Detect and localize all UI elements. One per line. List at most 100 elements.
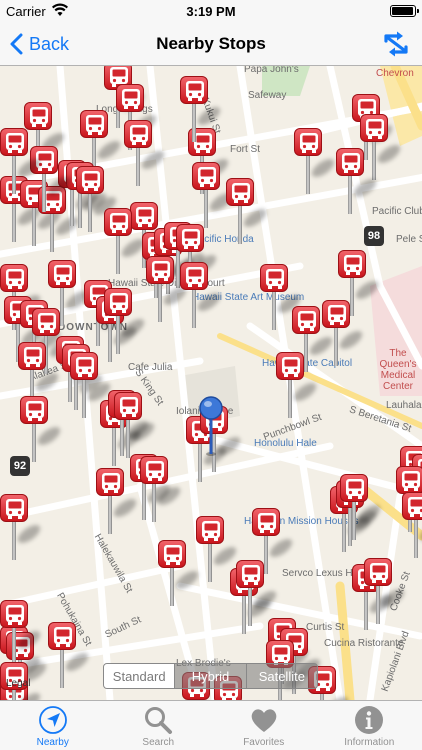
bus-stop-marker[interactable] <box>260 264 304 330</box>
tab-information[interactable]: Information <box>317 701 422 750</box>
bus-stop-marker[interactable] <box>48 622 92 688</box>
bus-icon <box>18 342 46 370</box>
route-98-shield: 98 <box>364 226 384 246</box>
bus-icon <box>340 474 368 502</box>
bus-icon <box>252 508 280 536</box>
bus-stop-marker[interactable] <box>276 352 320 418</box>
map-label: Honolulu Hale <box>254 438 317 449</box>
bus-icon <box>76 166 104 194</box>
bus-icon <box>0 128 28 156</box>
bus-icon <box>0 494 28 522</box>
bus-stop-marker[interactable] <box>0 128 44 194</box>
bus-icon <box>336 148 364 176</box>
bus-stop-marker[interactable] <box>0 494 44 560</box>
map-label: Curtis St <box>306 622 345 633</box>
bus-icon <box>180 76 208 104</box>
bus-stop-marker[interactable] <box>192 162 236 228</box>
bus-icon <box>70 352 98 380</box>
map-label: Cucina Ristorante <box>324 638 404 649</box>
status-time: 3:19 PM <box>186 4 236 19</box>
map-view[interactable]: Papa John's Chevron Safeway Longs Drugs … <box>0 66 422 700</box>
bus-icon <box>140 456 168 484</box>
map-label: Safeway <box>248 90 287 101</box>
bus-icon <box>130 202 158 230</box>
bus-icon <box>226 178 254 206</box>
bus-stop-marker[interactable] <box>364 558 408 624</box>
bus-stop-marker[interactable] <box>30 146 74 212</box>
magnifier-icon <box>145 707 173 734</box>
bus-stop-marker[interactable] <box>294 128 338 194</box>
bus-stop-marker[interactable] <box>70 352 114 418</box>
tab-search[interactable]: Search <box>106 701 212 750</box>
battery-icon <box>390 5 419 17</box>
tab-nearby[interactable]: Nearby <box>0 701 106 750</box>
bus-icon <box>338 250 366 278</box>
bus-icon <box>364 558 392 586</box>
bus-icon <box>20 396 48 424</box>
bus-icon <box>292 306 320 334</box>
bus-stop-marker[interactable] <box>236 560 280 626</box>
bus-icon <box>260 264 288 292</box>
bus-stop-marker[interactable] <box>402 492 422 558</box>
bus-icon <box>0 264 28 292</box>
tab-label: Information <box>344 737 395 748</box>
map-type-hybrid[interactable]: Hybrid <box>175 664 247 688</box>
bus-stop-marker[interactable] <box>180 76 224 142</box>
bus-stop-marker[interactable] <box>96 468 140 534</box>
tab-label: Search <box>142 737 175 748</box>
bus-icon <box>146 256 174 284</box>
bus-icon <box>192 162 220 190</box>
bus-icon <box>196 516 224 544</box>
user-location-pin-icon <box>199 396 223 456</box>
bus-icon <box>116 84 144 112</box>
map-label: Pele St <box>396 234 422 245</box>
bus-icon <box>0 600 28 628</box>
bus-icon <box>48 260 76 288</box>
bus-stop-marker[interactable] <box>322 300 366 366</box>
bus-icon <box>24 102 52 130</box>
tab-favorites[interactable]: Favorites <box>211 701 317 750</box>
map-label: Fort St <box>230 144 261 155</box>
bus-stop-marker[interactable] <box>76 166 120 232</box>
bus-stop-marker[interactable] <box>336 148 380 214</box>
bus-stop-marker[interactable] <box>104 208 148 274</box>
map-type-satellite[interactable]: Satellite <box>247 664 317 688</box>
status-bar: Carrier 3:19 PM <box>0 0 422 22</box>
bus-icon <box>104 208 132 236</box>
bus-icon <box>360 114 388 142</box>
bus-icon <box>294 128 322 156</box>
legal-link[interactable]: Legal <box>6 678 30 689</box>
bus-stop-marker[interactable] <box>140 456 184 522</box>
bus-stop-marker[interactable] <box>104 288 148 354</box>
bus-stop-marker[interactable] <box>196 516 240 582</box>
bus-stop-marker[interactable] <box>146 256 190 322</box>
bus-icon <box>396 466 422 494</box>
bus-icon <box>236 560 264 588</box>
bus-stop-marker[interactable] <box>180 262 224 328</box>
bus-stop-marker[interactable] <box>114 392 158 458</box>
bus-stop-marker[interactable] <box>360 114 404 180</box>
bus-icon <box>80 110 108 138</box>
bus-icon <box>158 540 186 568</box>
bus-stop-marker[interactable] <box>20 396 64 462</box>
bus-icon <box>322 300 350 328</box>
map-label: Lauhala St <box>386 400 422 411</box>
info-icon <box>355 706 384 734</box>
page-title: Nearby Stops <box>156 34 266 53</box>
bus-stop-marker[interactable] <box>0 600 44 666</box>
bus-icon <box>124 120 152 148</box>
bus-stop-marker[interactable] <box>340 474 384 540</box>
map-type-standard[interactable]: Standard <box>104 664 176 688</box>
bus-icon <box>96 468 124 496</box>
tab-label: Favorites <box>243 737 285 748</box>
tab-label: Nearby <box>36 737 69 748</box>
refresh-arrows-icon[interactable] <box>380 28 412 60</box>
bus-stop-marker[interactable] <box>226 178 270 244</box>
bus-icon <box>176 224 204 252</box>
bus-icon <box>32 308 60 336</box>
bus-icon <box>114 392 142 420</box>
bus-stop-marker[interactable] <box>158 540 202 606</box>
map-label: Papa John's <box>244 66 299 75</box>
map-label: Pacific Club <box>372 206 422 217</box>
bus-stop-marker[interactable] <box>124 120 168 186</box>
